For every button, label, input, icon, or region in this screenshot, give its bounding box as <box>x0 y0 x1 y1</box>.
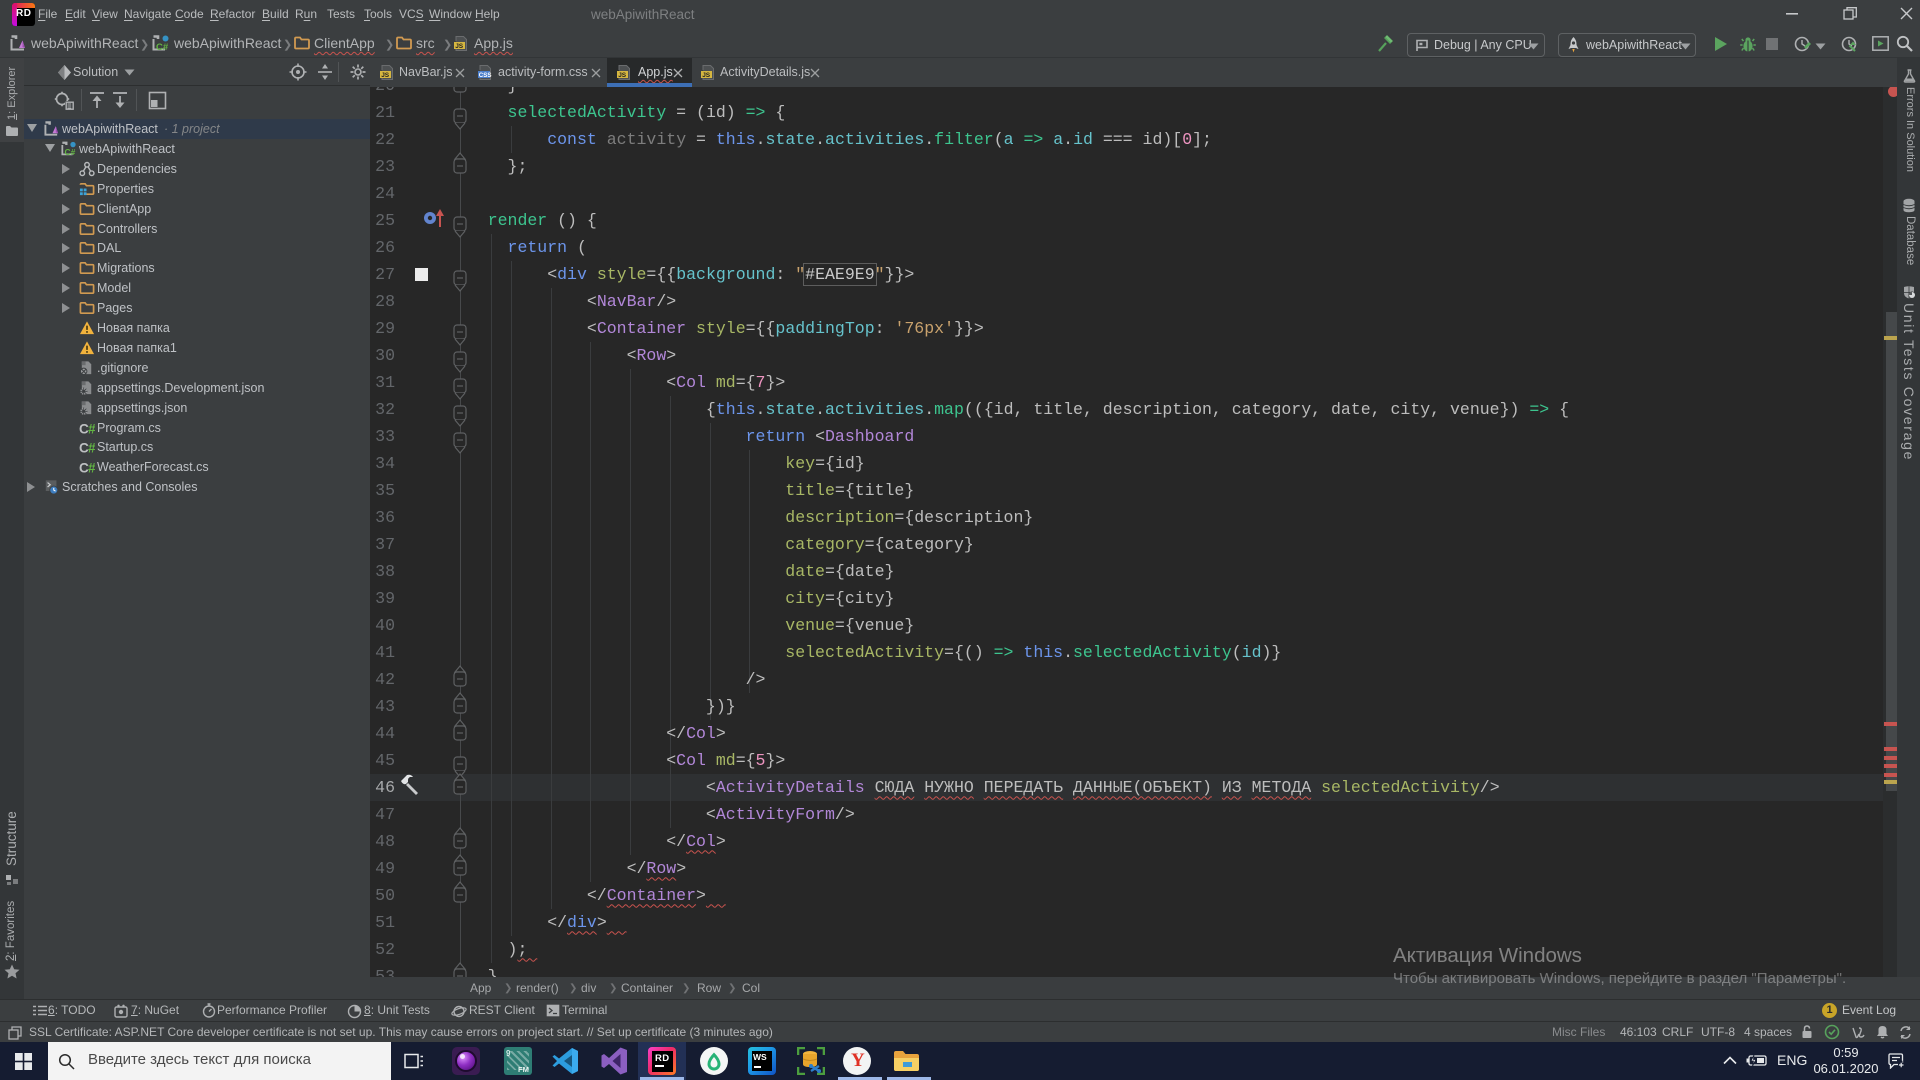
svg-text:JS: JS <box>702 72 711 79</box>
svg-text:CSS: CSS <box>479 72 492 79</box>
svg-text:#: # <box>88 441 95 456</box>
svg-text:#: # <box>88 421 95 436</box>
svg-text:JS: JS <box>381 72 390 79</box>
svg-text:C#: C# <box>156 42 169 52</box>
svg-text:C#: C# <box>65 147 76 157</box>
svg-text:JS: JS <box>455 43 464 50</box>
svg-text:JS: JS <box>618 72 627 79</box>
svg-text:#: # <box>88 461 95 476</box>
